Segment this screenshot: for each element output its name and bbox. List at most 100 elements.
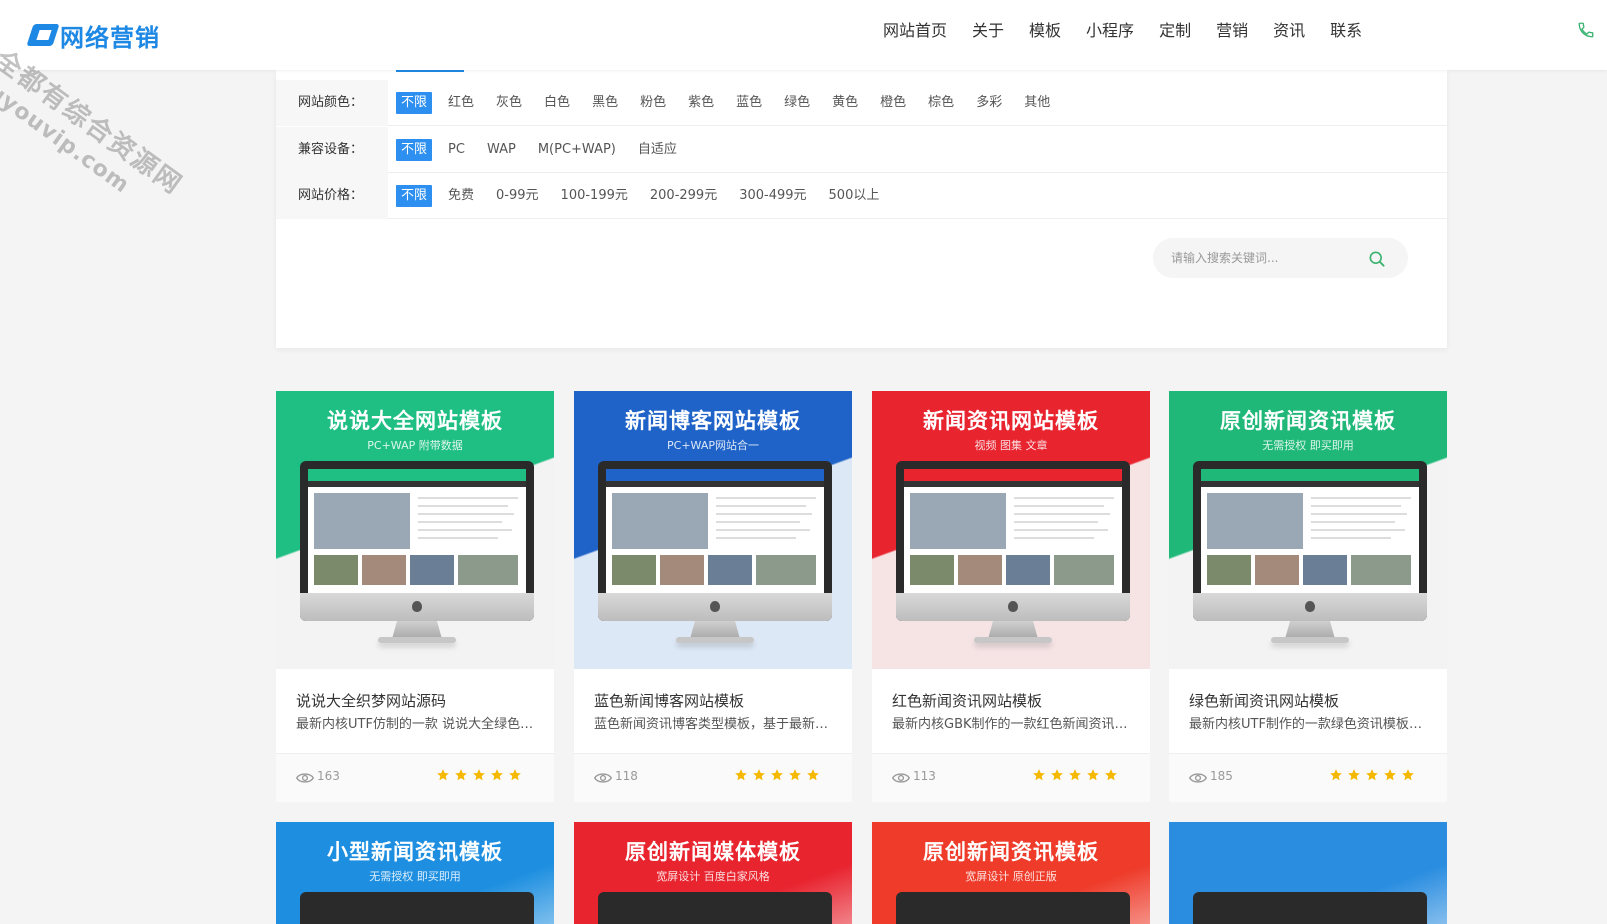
star-icon xyxy=(789,769,801,781)
filter-option-any[interactable]: 不限 xyxy=(396,91,433,114)
monitor-mockup xyxy=(300,461,534,655)
template-thumbnail[interactable]: 新闻博客网站模板 PC+WAP网站合一 xyxy=(574,391,852,669)
screen-line xyxy=(716,497,816,499)
filter-option[interactable]: 蓝色 xyxy=(736,92,762,114)
search-input[interactable] xyxy=(1171,248,1361,268)
screen-nav-bar xyxy=(606,481,824,487)
filter-option[interactable]: 多彩 xyxy=(976,92,1002,114)
star-icon xyxy=(1033,769,1045,781)
screen-line xyxy=(716,529,810,531)
filter-option[interactable]: 其他 xyxy=(1024,92,1050,114)
monitor-mockup xyxy=(598,461,832,655)
template-name[interactable]: 说说大全织梦网站源码 xyxy=(296,690,446,711)
template-card[interactable]: 新闻资讯网站模板 视频 图集 文章 红色新闻资讯网站模板 最新内核GBK制作的一… xyxy=(872,391,1150,802)
filter-option[interactable]: 棕色 xyxy=(928,92,954,114)
filter-option[interactable]: 粉色 xyxy=(640,92,666,114)
screen-line xyxy=(418,529,512,531)
template-name[interactable]: 红色新闻资讯网站模板 xyxy=(892,690,1042,711)
nav-custom[interactable]: 定制 xyxy=(1159,20,1191,42)
template-card[interactable]: 小型新闻资讯模板 无需授权 即买即用 xyxy=(276,822,554,924)
nav-templates[interactable]: 模板 xyxy=(1029,20,1061,42)
template-name[interactable]: 绿色新闻资讯网站模板 xyxy=(1189,690,1339,711)
screen-line xyxy=(1311,537,1391,539)
template-card[interactable] xyxy=(1169,822,1447,924)
template-card[interactable]: 原创新闻资讯模板 宽屏设计 原创正版 xyxy=(872,822,1150,924)
nav-contact[interactable]: 联系 xyxy=(1330,20,1362,42)
screen-line xyxy=(418,497,518,499)
eye-icon xyxy=(1189,773,1207,783)
template-description: 最新内核GBK制作的一款红色新闻资讯网站模板 xyxy=(892,717,1134,732)
nav-about[interactable]: 关于 xyxy=(972,20,1004,42)
nav-miniprogram[interactable]: 小程序 xyxy=(1086,20,1134,42)
apple-logo-icon xyxy=(1008,601,1018,612)
rating-stars xyxy=(734,768,824,782)
view-count: 163 xyxy=(317,769,340,783)
screen-thumb xyxy=(1351,555,1411,585)
screen-line xyxy=(418,521,502,523)
star-icon xyxy=(455,769,467,781)
star-icon xyxy=(473,769,485,781)
template-card[interactable]: 新闻博客网站模板 PC+WAP网站合一 蓝色新闻博客网站模板 蓝色新闻资讯博客类… xyxy=(574,391,852,802)
template-card[interactable]: 原创新闻资讯模板 无需授权 即买即用 绿色新闻资讯网站模板 最新内核UTF制作的… xyxy=(1169,391,1447,802)
filter-option[interactable]: 自适应 xyxy=(638,139,677,161)
monitor-mockup xyxy=(300,892,534,924)
monitor-screen xyxy=(904,469,1122,593)
template-description: 最新内核UTF制作的一款绿色资讯模板网站源码 xyxy=(1189,717,1431,732)
view-count: 113 xyxy=(913,769,936,783)
template-thumbnail[interactable]: 原创新闻资讯模板 无需授权 即买即用 xyxy=(1169,391,1447,669)
template-card[interactable]: 原创新闻媒体模板 宽屏设计 百度白家风格 xyxy=(574,822,852,924)
monitor-base xyxy=(974,637,1052,643)
phone-icon[interactable] xyxy=(1577,21,1595,39)
thumbnail-subtitle: 宽屏设计 原创正版 xyxy=(965,870,1057,883)
nav-news[interactable]: 资讯 xyxy=(1273,20,1305,42)
search-box xyxy=(1153,238,1408,278)
nav-marketing[interactable]: 营销 xyxy=(1216,20,1248,42)
filter-option[interactable]: 绿色 xyxy=(784,92,810,114)
screen-line xyxy=(418,537,498,539)
star-icon xyxy=(509,769,521,781)
template-card[interactable]: 说说大全网站模板 PC+WAP 附带数据 说说大全织梦网站源码 最新内核UTF仿… xyxy=(276,391,554,802)
screen-thumb xyxy=(1303,555,1347,585)
filter-option[interactable]: 灰色 xyxy=(496,92,522,114)
view-count: 185 xyxy=(1210,769,1233,783)
screen-thumb xyxy=(314,555,358,585)
screen-line xyxy=(1311,497,1411,499)
filter-option[interactable]: 100-199元 xyxy=(561,185,628,207)
template-name[interactable]: 蓝色新闻博客网站模板 xyxy=(594,690,744,711)
filter-option-any[interactable]: 不限 xyxy=(396,184,433,207)
filter-option[interactable]: 500以上 xyxy=(829,185,880,207)
filter-option[interactable]: 白色 xyxy=(544,92,570,114)
eye-icon xyxy=(594,773,612,783)
template-thumbnail[interactable]: 说说大全网站模板 PC+WAP 附带数据 xyxy=(276,391,554,669)
screen-nav-bar xyxy=(308,481,526,487)
screen-line xyxy=(1014,505,1104,507)
template-meta: 118 xyxy=(574,753,852,802)
filter-option[interactable]: 紫色 xyxy=(688,92,714,114)
template-description: 最新内核UTF仿制的一款 说说大全绿色网站模板 xyxy=(296,717,538,732)
site-logo[interactable]: 网络营销 xyxy=(28,18,160,52)
star-icon xyxy=(1105,769,1117,781)
screen-thumb xyxy=(362,555,406,585)
search-icon[interactable] xyxy=(1367,249,1387,269)
filter-option[interactable]: 免费 xyxy=(448,185,474,207)
screen-line xyxy=(716,537,796,539)
filter-option[interactable]: M(PC+WAP) xyxy=(538,139,616,161)
filter-option[interactable]: 0-99元 xyxy=(496,185,539,207)
screen-line xyxy=(1311,505,1401,507)
filter-option[interactable]: 红色 xyxy=(448,92,474,114)
screen-line xyxy=(1311,513,1407,515)
filter-option[interactable]: 200-299元 xyxy=(650,185,717,207)
filter-option[interactable]: 300-499元 xyxy=(739,185,806,207)
rating-stars xyxy=(436,768,526,782)
filter-option-any[interactable]: 不限 xyxy=(396,138,433,161)
filter-option[interactable]: 橙色 xyxy=(880,92,906,114)
filter-option[interactable]: 黑色 xyxy=(592,92,618,114)
filter-option[interactable]: 黄色 xyxy=(832,92,858,114)
template-thumbnail[interactable]: 新闻资讯网站模板 视频 图集 文章 xyxy=(872,391,1150,669)
watermark-line2: douyouvip.com xyxy=(0,59,135,199)
filter-option[interactable]: PC xyxy=(448,139,465,161)
nav-home[interactable]: 网站首页 xyxy=(883,20,947,42)
filter-option[interactable]: WAP xyxy=(487,139,516,161)
logo-icon xyxy=(28,20,58,50)
apple-logo-icon xyxy=(1305,601,1315,612)
